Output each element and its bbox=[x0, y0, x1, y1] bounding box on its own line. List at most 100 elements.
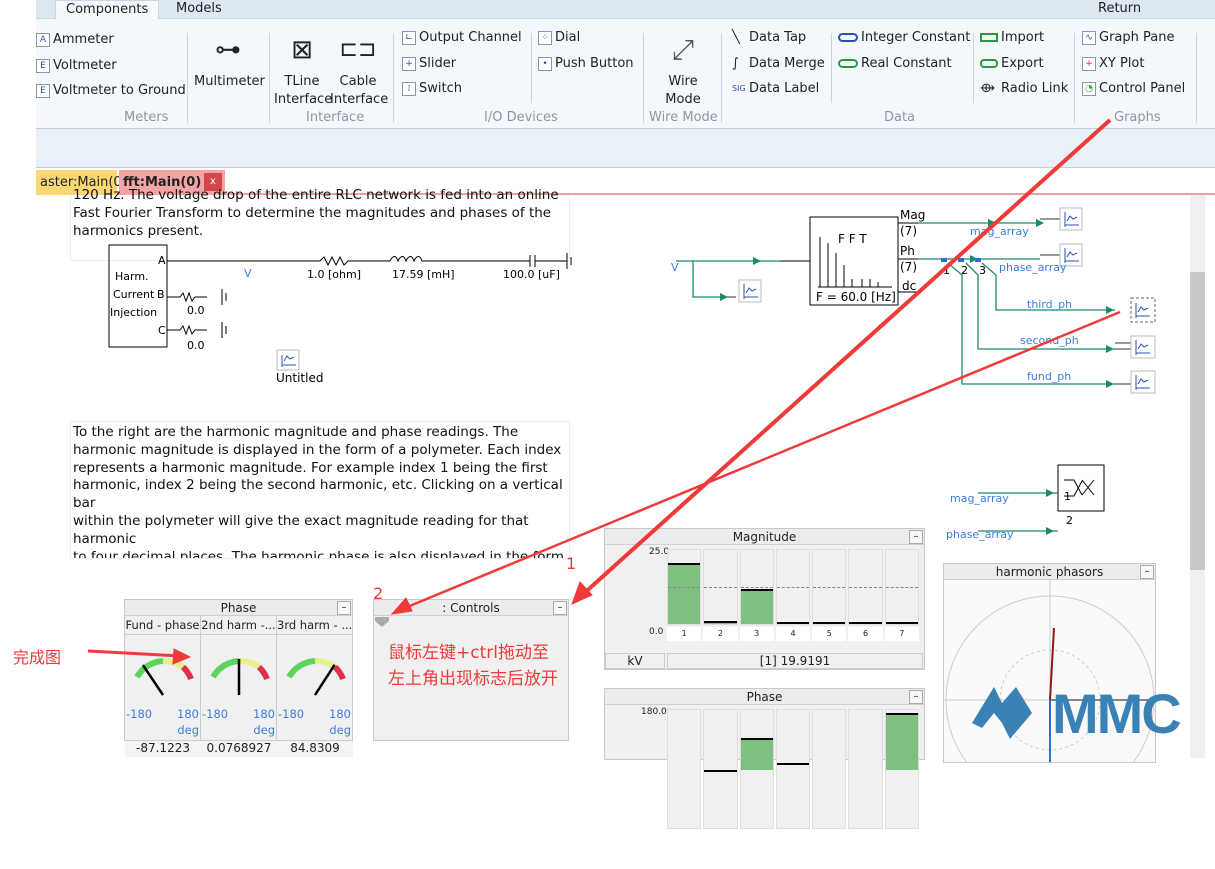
source-label: Harm. bbox=[115, 270, 149, 283]
instruction-annotation: 鼠标左键+ctrl拖动至左上角出现标志后放开 bbox=[388, 640, 558, 692]
wire-mode-button[interactable]: ⤢WireMode bbox=[648, 27, 718, 109]
cable-icon: ⊏⊐ bbox=[330, 27, 386, 73]
phase-meter[interactable]: 3rd harm - ... -180 180 deg 84.8309 bbox=[277, 616, 353, 740]
radio-link-button[interactable]: ⟴Radio Link bbox=[980, 81, 1068, 96]
minimize-button[interactable]: – bbox=[909, 690, 923, 704]
output-channel-v[interactable] bbox=[739, 280, 761, 302]
fft-title: F F T bbox=[838, 232, 867, 246]
magnitude-bar[interactable] bbox=[776, 549, 810, 625]
ribbon-tabs: Components Models Return Certificate bbox=[36, 0, 1215, 19]
signal-third-ph[interactable]: third_ph bbox=[1027, 298, 1072, 311]
voltmeter-button[interactable]: EVoltmeter bbox=[36, 58, 117, 73]
tap-3: 3 bbox=[979, 264, 986, 277]
real-constant-button[interactable]: Real Constant bbox=[838, 56, 952, 71]
label: Interface bbox=[274, 91, 330, 109]
magnitude-bar[interactable] bbox=[703, 549, 737, 625]
voltmeter-ground-button[interactable]: EVoltmeter to Ground bbox=[36, 83, 186, 98]
tline-interface-button[interactable]: ⊠TLineInterface bbox=[274, 27, 330, 109]
import-icon bbox=[980, 33, 998, 42]
tab-components[interactable]: Components bbox=[55, 0, 159, 19]
signal-mag-array-in[interactable]: mag_array bbox=[950, 492, 1009, 505]
slider-button[interactable]: +Slider bbox=[402, 56, 456, 71]
label: Data Merge bbox=[749, 56, 825, 71]
label: Interface bbox=[330, 91, 386, 109]
label: Output Channel bbox=[419, 30, 522, 45]
label: Export bbox=[1001, 56, 1044, 71]
phase-meter[interactable]: Fund - phase -180 180 deg -87.1223 bbox=[125, 616, 201, 740]
phase-bar[interactable] bbox=[812, 709, 846, 829]
ammeter-button[interactable]: AAmmeter bbox=[36, 32, 114, 47]
magnitude-bar[interactable] bbox=[740, 549, 774, 625]
bar-fill bbox=[777, 763, 809, 770]
cable-interface-button[interactable]: ⊏⊐CableInterface bbox=[330, 27, 386, 109]
return-certificate-link[interactable]: Return Certificate bbox=[1088, 0, 1215, 19]
source-label: Injection bbox=[110, 306, 157, 319]
meter-unit: deg bbox=[329, 723, 351, 737]
xy-plot-button[interactable]: +XY Plot bbox=[1082, 56, 1144, 71]
data-merge-button[interactable]: ∫Data Merge bbox=[732, 56, 825, 71]
signal-phase-array-in[interactable]: phase_array bbox=[946, 528, 1014, 541]
multimeter-button[interactable]: ⊶Multimeter bbox=[194, 27, 262, 91]
phase-bar[interactable] bbox=[703, 709, 737, 829]
panel-title: Phase bbox=[747, 690, 783, 704]
v-input-label[interactable]: V bbox=[671, 261, 679, 274]
phase-bar[interactable] bbox=[848, 709, 882, 829]
phase-bar[interactable] bbox=[776, 709, 810, 829]
real-constant-icon bbox=[838, 59, 858, 68]
meter-label: 3rd harm - ... bbox=[277, 616, 352, 635]
radio-link-icon: ⟴ bbox=[980, 81, 998, 96]
voltmeter-label[interactable]: V bbox=[244, 267, 252, 280]
phase-bar[interactable] bbox=[667, 709, 701, 829]
output-channel-fund[interactable] bbox=[1131, 371, 1155, 393]
drop-marker-icon bbox=[375, 617, 389, 627]
capacitor-icon bbox=[530, 253, 571, 269]
data-tap-icon: ╲ bbox=[732, 30, 746, 45]
dial-button[interactable]: ⁘Dial bbox=[538, 30, 580, 45]
integer-constant-button[interactable]: Integer Constant bbox=[838, 30, 970, 45]
magnitude-bar[interactable] bbox=[885, 549, 919, 625]
signal-fund-ph[interactable]: fund_ph bbox=[1027, 370, 1071, 383]
step-1-label: 1 bbox=[566, 554, 576, 573]
signal-phase-array[interactable]: phase_array bbox=[999, 261, 1067, 274]
signal-second-ph[interactable]: second_ph bbox=[1020, 334, 1079, 347]
bar-fill bbox=[813, 622, 845, 624]
hint-line: 左上角出现标志后放开 bbox=[388, 666, 558, 692]
bar-index-label: 4 bbox=[776, 627, 810, 641]
bar-fill bbox=[704, 770, 736, 820]
bars: 1234567 bbox=[667, 549, 921, 645]
meter-max: 180 bbox=[329, 707, 351, 721]
output-channel-button[interactable]: ∟Output Channel bbox=[402, 30, 522, 45]
resistor-c-icon bbox=[167, 322, 226, 338]
magnitude-bar[interactable] bbox=[667, 549, 701, 625]
import-button[interactable]: Import bbox=[980, 30, 1044, 45]
output-channel-second[interactable] bbox=[1131, 336, 1155, 358]
magnitude-bar[interactable] bbox=[848, 549, 882, 625]
meter-value: -87.1223 bbox=[125, 740, 201, 757]
control-panel-button[interactable]: ◔Control Panel bbox=[1082, 81, 1185, 96]
minimize-button[interactable]: – bbox=[553, 601, 567, 615]
group-label-wire: Wire Mode bbox=[649, 110, 718, 125]
magnitude-bar[interactable] bbox=[812, 549, 846, 625]
minimize-button[interactable]: – bbox=[337, 601, 351, 615]
data-label-button[interactable]: SIGData Label bbox=[732, 81, 819, 96]
tab-models[interactable]: Models bbox=[166, 0, 232, 19]
meter-label: 2nd harm -... bbox=[201, 616, 276, 635]
switch-button[interactable]: ⁞Switch bbox=[402, 81, 462, 96]
minimize-button[interactable]: – bbox=[909, 530, 923, 544]
export-button[interactable]: Export bbox=[980, 56, 1044, 71]
phase-bar[interactable] bbox=[885, 709, 919, 829]
signal-mag-array[interactable]: mag_array bbox=[970, 225, 1029, 238]
output-channel-third[interactable] bbox=[1131, 298, 1155, 322]
gauge-needle bbox=[143, 665, 163, 695]
untitled-graph[interactable] bbox=[277, 350, 299, 370]
output-channel-mag[interactable] bbox=[1060, 208, 1082, 230]
phase-bar[interactable] bbox=[740, 709, 774, 829]
phase-meter[interactable]: 2nd harm -... -180 180 deg 0.0768927 bbox=[201, 616, 277, 740]
push-button-button[interactable]: •Push Button bbox=[538, 56, 634, 71]
group-label-interface: Interface bbox=[306, 110, 364, 125]
y-min-label: 0.0 bbox=[649, 627, 663, 637]
graph-pane-button[interactable]: ∿Graph Pane bbox=[1082, 30, 1174, 45]
data-tap-button[interactable]: ╲Data Tap bbox=[732, 30, 806, 45]
minimize-button[interactable]: – bbox=[1140, 565, 1154, 579]
scrollbar-thumb[interactable] bbox=[1190, 272, 1205, 570]
